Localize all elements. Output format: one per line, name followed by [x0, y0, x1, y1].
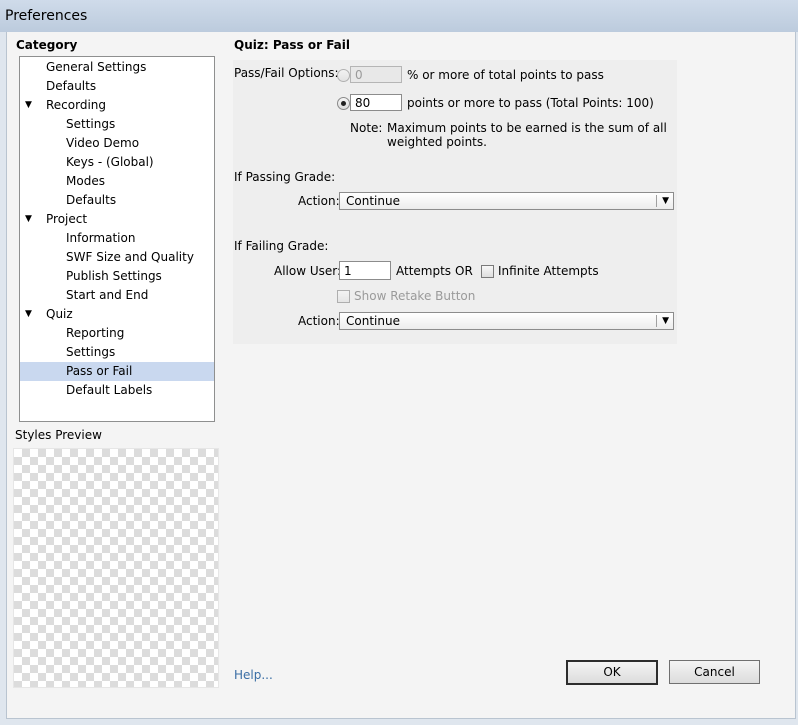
failing-grade-heading: If Failing Grade:	[234, 239, 329, 253]
tree-item[interactable]: Information	[20, 229, 214, 248]
category-tree[interactable]: General Settings Defaults ▼ Recording Settin…	[19, 56, 215, 422]
tree-item[interactable]: Settings	[20, 115, 214, 134]
percent-option-label: % or more of total points to pass	[407, 68, 604, 82]
infinite-attempts-label: Infinite Attempts	[498, 264, 599, 278]
passing-action-select[interactable]: Continue ▼	[339, 192, 674, 210]
tree-item-label: Pass or Fail	[66, 364, 133, 378]
tree-item-label: Recording	[46, 98, 107, 112]
tree-item[interactable]: Reporting	[20, 324, 214, 343]
dialog-body: Category General Settings Defaults ▼ Record…	[6, 32, 796, 719]
tree-item-label: Publish Settings	[66, 269, 162, 283]
tree-item[interactable]: ▼ Recording	[20, 96, 214, 115]
tree-item[interactable]: Default Labels	[20, 381, 214, 400]
show-retake-checkbox[interactable]	[337, 290, 350, 303]
expand-arrow-icon[interactable]: ▼	[25, 210, 32, 229]
tree-item[interactable]: SWF Size and Quality	[20, 248, 214, 267]
or-label: OR	[455, 264, 473, 278]
show-retake-label: Show Retake Button	[354, 289, 476, 303]
tree-item[interactable]: Publish Settings	[20, 267, 214, 286]
tree-item[interactable]: Keys - (Global)	[20, 153, 214, 172]
tree-item[interactable]: General Settings	[20, 58, 214, 77]
failing-action-label: Action:	[298, 314, 340, 328]
combo-separator	[656, 195, 657, 207]
help-link[interactable]: Help...	[234, 668, 273, 682]
percent-radio[interactable]	[337, 69, 350, 82]
tree-item-label: General Settings	[46, 60, 147, 74]
chevron-down-icon: ▼	[662, 316, 669, 326]
attempts-label: Attempts	[396, 264, 452, 278]
tree-item-label: Keys - (Global)	[66, 155, 154, 169]
allow-user-label: Allow User:	[274, 264, 342, 278]
tree-item-label: Defaults	[66, 193, 117, 207]
title-bar: Preferences	[0, 0, 798, 32]
attempts-field[interactable]: 1	[339, 261, 391, 280]
window-title: Preferences	[5, 8, 88, 24]
tree-item[interactable]: Defaults	[20, 77, 214, 96]
passing-grade-heading: If Passing Grade:	[234, 170, 336, 184]
tree-item[interactable]: Modes	[20, 172, 214, 191]
points-radio[interactable]	[337, 97, 350, 110]
tree-item[interactable]: Pass or Fail	[20, 362, 214, 381]
chevron-down-icon: ▼	[662, 196, 669, 206]
passing-action-label: Action:	[298, 194, 340, 208]
tree-item-label: Quiz	[46, 307, 73, 321]
note-label: Note:	[350, 121, 383, 135]
points-option-label: points or more to pass (Total Points: 10…	[407, 96, 654, 110]
note-line-1: Maximum points to be earned is the sum o…	[387, 121, 667, 135]
pass-fail-options-label: Pass/Fail Options:	[234, 66, 339, 80]
failing-action-value: Continue	[346, 314, 400, 328]
tree-item[interactable]: Video Demo	[20, 134, 214, 153]
tree-item-label: Reporting	[66, 326, 125, 340]
tree-item[interactable]: ▼ Project	[20, 210, 214, 229]
category-heading: Category	[16, 38, 78, 52]
ok-button[interactable]: OK	[566, 660, 658, 685]
section-title: Quiz: Pass or Fail	[234, 38, 351, 52]
tree-item[interactable]: Start and End	[20, 286, 214, 305]
note-line-2: weighted points.	[387, 135, 487, 149]
tree-item-label: Settings	[66, 117, 116, 131]
passing-action-value: Continue	[346, 194, 400, 208]
cancel-button[interactable]: Cancel	[669, 660, 760, 684]
styles-preview-area	[13, 448, 219, 688]
points-field[interactable]: 80	[350, 94, 402, 111]
tree-item-label: Defaults	[46, 79, 97, 93]
tree-item-label: Video Demo	[66, 136, 140, 150]
tree-item[interactable]: Defaults	[20, 191, 214, 210]
styles-preview-label: Styles Preview	[15, 428, 102, 442]
tree-item-label: Information	[66, 231, 136, 245]
tree-item[interactable]: Settings	[20, 343, 214, 362]
failing-action-select[interactable]: Continue ▼	[339, 312, 674, 330]
tree-item-label: Default Labels	[66, 383, 153, 397]
expand-arrow-icon[interactable]: ▼	[25, 96, 32, 115]
tree-item-label: Settings	[66, 345, 116, 359]
combo-separator	[656, 315, 657, 327]
expand-arrow-icon[interactable]: ▼	[25, 305, 32, 324]
percent-field[interactable]: 0	[350, 66, 402, 83]
tree-item-label: SWF Size and Quality	[66, 250, 194, 264]
infinite-attempts-checkbox[interactable]	[481, 265, 494, 278]
tree-item[interactable]: ▼ Quiz	[20, 305, 214, 324]
tree-item-label: Project	[46, 212, 88, 226]
tree-item-label: Start and End	[66, 288, 149, 302]
tree-item-label: Modes	[66, 174, 105, 188]
